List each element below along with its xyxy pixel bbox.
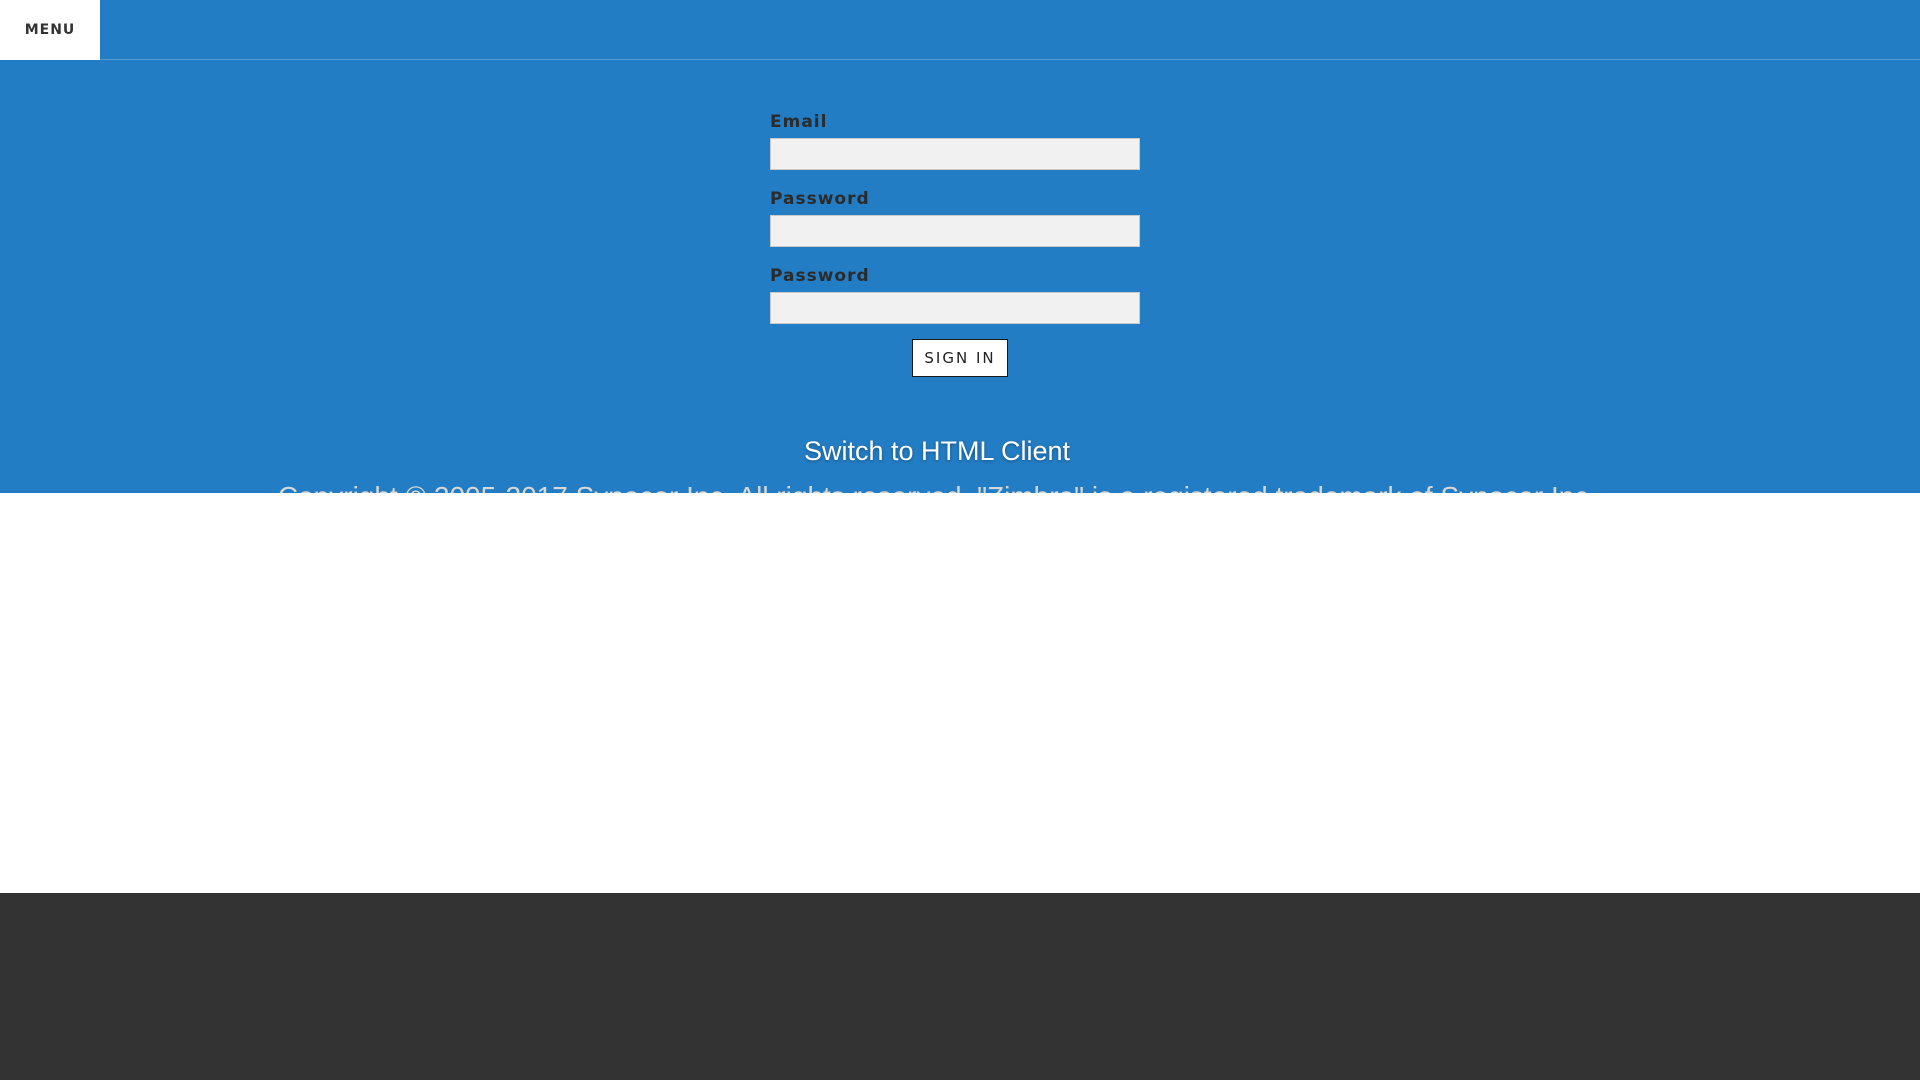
copyright-text: Copyright © 2005-2017 Synacor Inc. All r… xyxy=(0,481,1874,493)
switch-to-html-client-link[interactable]: Switch to HTML Client xyxy=(0,436,1874,467)
login-section: Email Password Password SIGN IN Switch t… xyxy=(0,60,1920,493)
top-bar: MENU xyxy=(0,0,1920,60)
content-area xyxy=(0,493,1920,893)
footer xyxy=(0,893,1920,1080)
password-field[interactable] xyxy=(770,215,1140,247)
password-label: Password xyxy=(770,189,870,209)
email-field[interactable] xyxy=(770,138,1140,170)
confirm-password-label: Password xyxy=(770,266,870,286)
sign-in-button[interactable]: SIGN IN xyxy=(912,339,1008,377)
menu-button[interactable]: MENU xyxy=(0,0,100,60)
login-form: Email Password Password SIGN IN xyxy=(770,110,1140,381)
page: MENU Email Password Password SIGN IN Swi… xyxy=(0,0,1920,1080)
email-label: Email xyxy=(770,112,828,132)
sign-in-row: SIGN IN xyxy=(770,339,1140,381)
confirm-password-field[interactable] xyxy=(770,292,1140,324)
